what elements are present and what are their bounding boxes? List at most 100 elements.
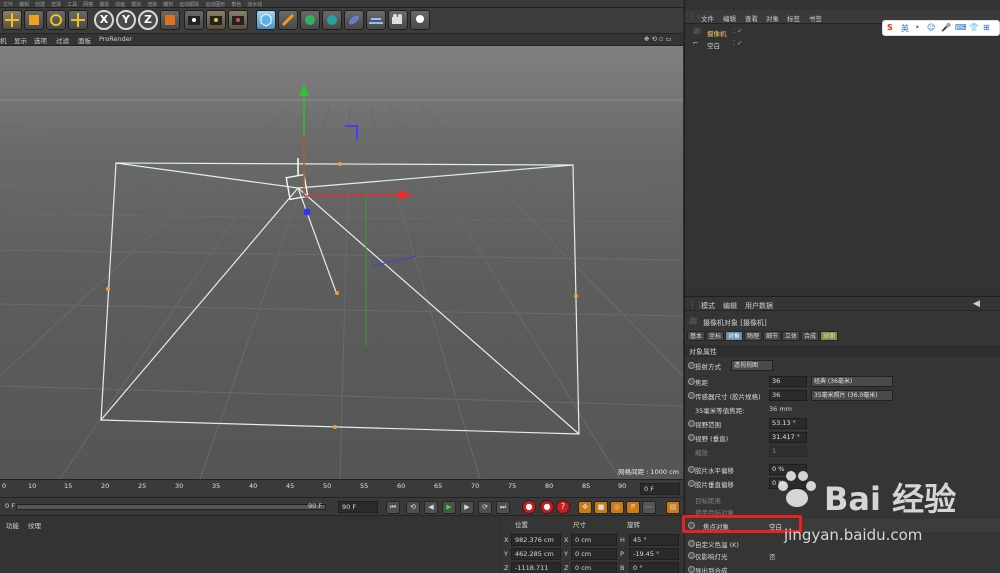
- ime-keyboard-icon[interactable]: ⌨: [955, 23, 967, 32]
- focal-field[interactable]: 36: [769, 376, 807, 387]
- ime-emoji-icon[interactable]: ☺: [927, 23, 935, 32]
- x-axis-lock-button[interactable]: X: [94, 10, 114, 30]
- animate-dot[interactable]: [688, 362, 695, 369]
- deformer-icon[interactable]: [344, 10, 364, 30]
- rotation-p-field[interactable]: -19.45 °: [629, 548, 679, 560]
- rotate-tool-icon[interactable]: [46, 10, 66, 30]
- next-frame-icon[interactable]: ▶: [460, 501, 474, 514]
- objmenu-edit[interactable]: 编辑: [723, 13, 736, 23]
- animate-dot[interactable]: [688, 420, 695, 427]
- render-view-icon[interactable]: [184, 10, 204, 30]
- size-y-field[interactable]: 0 cm: [571, 548, 617, 560]
- key-parameter-icon[interactable]: P: [626, 501, 640, 514]
- 3d-viewport[interactable]: 网格间距 : 1000 cm: [0, 46, 683, 479]
- timeline-ruler[interactable]: 0 10 15 20 25 30 35 40 45 50 55 60 65 70…: [0, 479, 683, 497]
- previous-frame-icon[interactable]: ◀: [424, 501, 438, 514]
- subdivision-surface-icon[interactable]: [300, 10, 320, 30]
- cube-object-icon[interactable]: [256, 10, 276, 30]
- visibility-dots-icon[interactable]: ⁚ ✓: [733, 39, 743, 47]
- z-axis-lock-button[interactable]: Z: [138, 10, 158, 30]
- cloner-icon[interactable]: [322, 10, 342, 30]
- focal-dropdown[interactable]: 经典 (36毫米): [811, 376, 893, 387]
- animate-dot[interactable]: [688, 434, 695, 441]
- visibility-dots-icon[interactable]: ⁚ ✓: [733, 27, 743, 35]
- animate-dot[interactable]: [688, 540, 695, 547]
- tab-basic[interactable]: 基本: [687, 331, 706, 341]
- timeline-window-icon[interactable]: ▤: [666, 501, 680, 514]
- rotation-h-field[interactable]: 45 °: [629, 534, 679, 546]
- go-to-end-icon[interactable]: ⏭: [496, 501, 510, 514]
- viewport-menu-panel[interactable]: 面板: [78, 35, 91, 45]
- tab-details[interactable]: 细节: [763, 331, 782, 341]
- animate-dot[interactable]: [688, 480, 695, 487]
- end-frame-field[interactable]: 90 F: [338, 501, 378, 513]
- transform-tool-icon[interactable]: [68, 10, 88, 30]
- tab-object[interactable]: 对象: [725, 331, 744, 341]
- camera-icon[interactable]: [388, 10, 408, 30]
- animate-dot[interactable]: [688, 552, 695, 559]
- next-key-icon[interactable]: ⟳: [478, 501, 492, 514]
- position-y-field[interactable]: 462.285 cm: [511, 548, 561, 560]
- tab-stereo[interactable]: 立体: [782, 331, 801, 341]
- material-menu-texture[interactable]: 纹理: [28, 520, 41, 530]
- object-name[interactable]: 空白: [707, 40, 720, 50]
- transform-gizmo[interactable]: [299, 84, 417, 346]
- object-row-null[interactable]: ⌐ 空白 ⁚ ✓: [685, 38, 1000, 50]
- ime-toolbar[interactable]: S 英 • ☺ 🎤 ⌨ 👕 ⊞: [882, 20, 1000, 36]
- ime-punct-icon[interactable]: •: [915, 23, 920, 32]
- render-picture-viewer-icon[interactable]: [206, 10, 226, 30]
- light-icon[interactable]: [410, 10, 430, 30]
- objmenu-file[interactable]: 文件: [701, 13, 714, 23]
- floor-icon[interactable]: [366, 10, 386, 30]
- projection-dropdown[interactable]: 透视视图: [731, 360, 773, 371]
- object-name[interactable]: 摄像机: [707, 28, 727, 38]
- animate-dot[interactable]: [688, 378, 695, 385]
- camera-frustum[interactable]: [100, 162, 580, 435]
- position-x-field[interactable]: 982.376 cm: [511, 534, 561, 546]
- start-frame-field[interactable]: 0 F: [2, 501, 16, 513]
- attrmenu-userdata[interactable]: 用户数据: [745, 301, 773, 311]
- frame-range-slider[interactable]: [16, 504, 326, 510]
- key-pla-icon[interactable]: ⋯: [642, 501, 656, 514]
- material-menu-function[interactable]: 功能: [6, 520, 19, 530]
- viewport-menu-prorender[interactable]: ProRender: [99, 35, 132, 43]
- fov-v-field[interactable]: 31.417 °: [769, 432, 807, 443]
- pen-spline-icon[interactable]: [278, 10, 298, 30]
- go-to-start-icon[interactable]: ⏮: [386, 501, 400, 514]
- attrmenu-mode[interactable]: 模式: [701, 301, 715, 311]
- y-axis-lock-button[interactable]: Y: [116, 10, 136, 30]
- objmenu-view[interactable]: 查看: [745, 13, 758, 23]
- rotation-b-field[interactable]: 0 °: [629, 562, 679, 573]
- objmenu-bookmark[interactable]: 书签: [809, 13, 822, 23]
- ime-language-toggle[interactable]: 英: [901, 23, 909, 34]
- ime-tools-icon[interactable]: ⊞: [983, 23, 990, 32]
- tab-physical[interactable]: 物理: [744, 331, 763, 341]
- size-x-field[interactable]: 0 cm: [571, 534, 617, 546]
- objmenu-tag[interactable]: 标签: [787, 13, 800, 23]
- tab-composition[interactable]: 合成: [801, 331, 820, 341]
- current-frame-field[interactable]: 0 F: [640, 483, 680, 495]
- coordinate-system-icon[interactable]: [160, 10, 180, 30]
- tab-coord[interactable]: 坐标: [706, 331, 725, 341]
- fov-field[interactable]: 53.13 °: [769, 418, 807, 429]
- sensor-field[interactable]: 36: [769, 390, 807, 401]
- viewport-nav-icons[interactable]: ✥ ⟲ ▫ ▭: [644, 35, 672, 43]
- viewport-menu-display[interactable]: 显示: [14, 35, 27, 45]
- affect-light-checkbox[interactable]: 否: [769, 551, 776, 561]
- scale-tool-icon[interactable]: [24, 10, 44, 30]
- play-icon[interactable]: ▶: [442, 501, 456, 514]
- key-rotation-icon[interactable]: ◎: [610, 501, 624, 514]
- attrmenu-edit[interactable]: 编辑: [723, 301, 737, 311]
- viewport-menu-camera[interactable]: 机: [0, 35, 7, 45]
- tab-spherical[interactable]: 球面: [820, 331, 839, 341]
- sensor-dropdown[interactable]: 35毫米照片 (36.0毫米): [811, 390, 893, 401]
- render-settings-icon[interactable]: [228, 10, 248, 30]
- position-z-field[interactable]: -1118.711 cm: [511, 562, 561, 573]
- viewport-menu-options[interactable]: 选项: [34, 35, 47, 45]
- previous-key-icon[interactable]: ⟲: [406, 501, 420, 514]
- animate-dot[interactable]: [688, 566, 695, 573]
- animate-dot[interactable]: [688, 466, 695, 473]
- ime-voice-icon[interactable]: 🎤: [941, 23, 951, 32]
- viewport-menu-filter[interactable]: 过滤: [56, 35, 69, 45]
- ime-skin-icon[interactable]: 👕: [969, 23, 979, 32]
